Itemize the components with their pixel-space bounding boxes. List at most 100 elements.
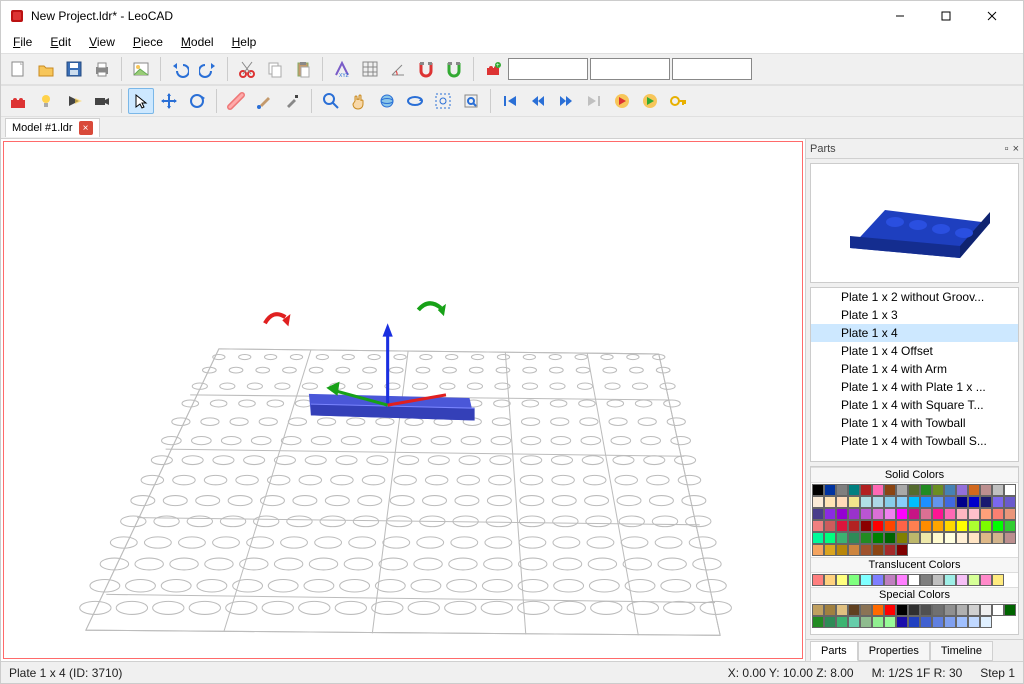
color-swatch[interactable]: [884, 604, 896, 616]
color-swatch[interactable]: [824, 604, 836, 616]
last-step-button[interactable]: [581, 88, 607, 114]
color-swatch[interactable]: [932, 520, 944, 532]
spotlight-tool-button[interactable]: [61, 88, 87, 114]
color-swatch[interactable]: [812, 484, 824, 496]
color-swatch[interactable]: [992, 532, 1004, 544]
color-swatch[interactable]: [848, 484, 860, 496]
color-swatch[interactable]: [968, 520, 980, 532]
brick-tool-button[interactable]: [5, 88, 31, 114]
color-swatch[interactable]: [848, 532, 860, 544]
color-swatch[interactable]: [896, 520, 908, 532]
maximize-button[interactable]: [923, 1, 969, 31]
list-item[interactable]: Plate 1 x 2 without Groov...: [811, 288, 1018, 306]
color-swatch[interactable]: [980, 604, 992, 616]
magnet-green-button[interactable]: [441, 56, 467, 82]
color-swatch[interactable]: [836, 574, 848, 586]
color-swatch[interactable]: [908, 574, 920, 586]
color-swatch[interactable]: [992, 604, 1004, 616]
color-swatch[interactable]: [968, 532, 980, 544]
color-swatch[interactable]: [824, 574, 836, 586]
color-swatch[interactable]: [872, 484, 884, 496]
color-swatch[interactable]: [836, 544, 848, 556]
panel-float-icon[interactable]: ▫: [1005, 143, 1009, 155]
color-swatch[interactable]: [1004, 496, 1016, 508]
paint-tool-button[interactable]: [251, 88, 277, 114]
camera-tool-button[interactable]: [89, 88, 115, 114]
menu-help[interactable]: Help: [224, 33, 265, 51]
color-swatch[interactable]: [824, 616, 836, 628]
color-swatch[interactable]: [836, 496, 848, 508]
color-swatch[interactable]: [896, 604, 908, 616]
remove-step-button[interactable]: [637, 88, 663, 114]
transform-x-input[interactable]: [508, 58, 588, 80]
color-swatch[interactable]: [848, 616, 860, 628]
color-swatch[interactable]: [860, 484, 872, 496]
color-swatch[interactable]: [956, 616, 968, 628]
color-swatch[interactable]: [824, 496, 836, 508]
color-swatch[interactable]: [932, 616, 944, 628]
color-swatch[interactable]: [932, 604, 944, 616]
color-swatch[interactable]: [860, 520, 872, 532]
color-swatch[interactable]: [932, 574, 944, 586]
color-swatch[interactable]: [872, 520, 884, 532]
color-swatch[interactable]: [884, 616, 896, 628]
color-swatch[interactable]: [836, 508, 848, 520]
menu-view[interactable]: View: [81, 33, 123, 51]
color-swatch[interactable]: [884, 532, 896, 544]
list-item[interactable]: Plate 1 x 3: [811, 306, 1018, 324]
zoom-tool-button[interactable]: [318, 88, 344, 114]
undo-button[interactable]: [167, 56, 193, 82]
color-swatch[interactable]: [872, 604, 884, 616]
color-swatch[interactable]: [968, 508, 980, 520]
color-swatch[interactable]: [836, 532, 848, 544]
color-swatch[interactable]: [1004, 532, 1016, 544]
color-swatch[interactable]: [884, 520, 896, 532]
color-swatch[interactable]: [884, 574, 896, 586]
color-swatch[interactable]: [860, 616, 872, 628]
color-swatch[interactable]: [980, 496, 992, 508]
prev-step-button[interactable]: [525, 88, 551, 114]
color-swatch[interactable]: [812, 520, 824, 532]
list-item[interactable]: Plate 1 x 4 with Arm: [811, 360, 1018, 378]
color-swatch[interactable]: [968, 484, 980, 496]
doc-tab-close-icon[interactable]: ×: [79, 121, 93, 135]
list-item[interactable]: Plate 1 x 4 with Towball: [811, 414, 1018, 432]
color-swatch[interactable]: [944, 532, 956, 544]
grid-button[interactable]: [357, 56, 383, 82]
color-swatch[interactable]: [1004, 604, 1016, 616]
color-swatch[interactable]: [836, 604, 848, 616]
color-swatch[interactable]: [944, 574, 956, 586]
color-swatch[interactable]: [848, 520, 860, 532]
insert-button[interactable]: +: [480, 56, 506, 82]
list-item[interactable]: Plate 1 x 4 with Plate 1 x ...: [811, 378, 1018, 396]
color-swatch[interactable]: [944, 496, 956, 508]
color-swatch[interactable]: [884, 484, 896, 496]
color-swatch[interactable]: [884, 544, 896, 556]
rotate-tool-button[interactable]: [184, 88, 210, 114]
transform-y-input[interactable]: [590, 58, 670, 80]
list-item[interactable]: Plate 1 x 4 with Towball S...: [811, 432, 1018, 450]
color-swatch[interactable]: [932, 532, 944, 544]
color-swatch[interactable]: [956, 520, 968, 532]
color-swatch[interactable]: [968, 496, 980, 508]
color-swatch[interactable]: [872, 508, 884, 520]
color-swatch[interactable]: [860, 604, 872, 616]
list-item[interactable]: Plate 1 x 4 with Square T...: [811, 396, 1018, 414]
color-swatch[interactable]: [848, 496, 860, 508]
color-swatch[interactable]: [836, 520, 848, 532]
color-swatch[interactable]: [944, 520, 956, 532]
color-swatch[interactable]: [944, 604, 956, 616]
cut-button[interactable]: [234, 56, 260, 82]
color-swatch[interactable]: [908, 604, 920, 616]
color-swatch[interactable]: [992, 520, 1004, 532]
color-swatch[interactable]: [992, 508, 1004, 520]
menu-model[interactable]: Model: [173, 33, 222, 51]
color-swatch[interactable]: [848, 544, 860, 556]
color-swatch[interactable]: [980, 616, 992, 628]
color-swatch[interactable]: [860, 544, 872, 556]
color-swatch[interactable]: [848, 508, 860, 520]
redo-button[interactable]: [195, 56, 221, 82]
menu-piece[interactable]: Piece: [125, 33, 171, 51]
tab-parts[interactable]: Parts: [810, 641, 858, 661]
parts-list[interactable]: Plate 1 x 2 without Groov...Plate 1 x 3 P…: [810, 287, 1019, 462]
